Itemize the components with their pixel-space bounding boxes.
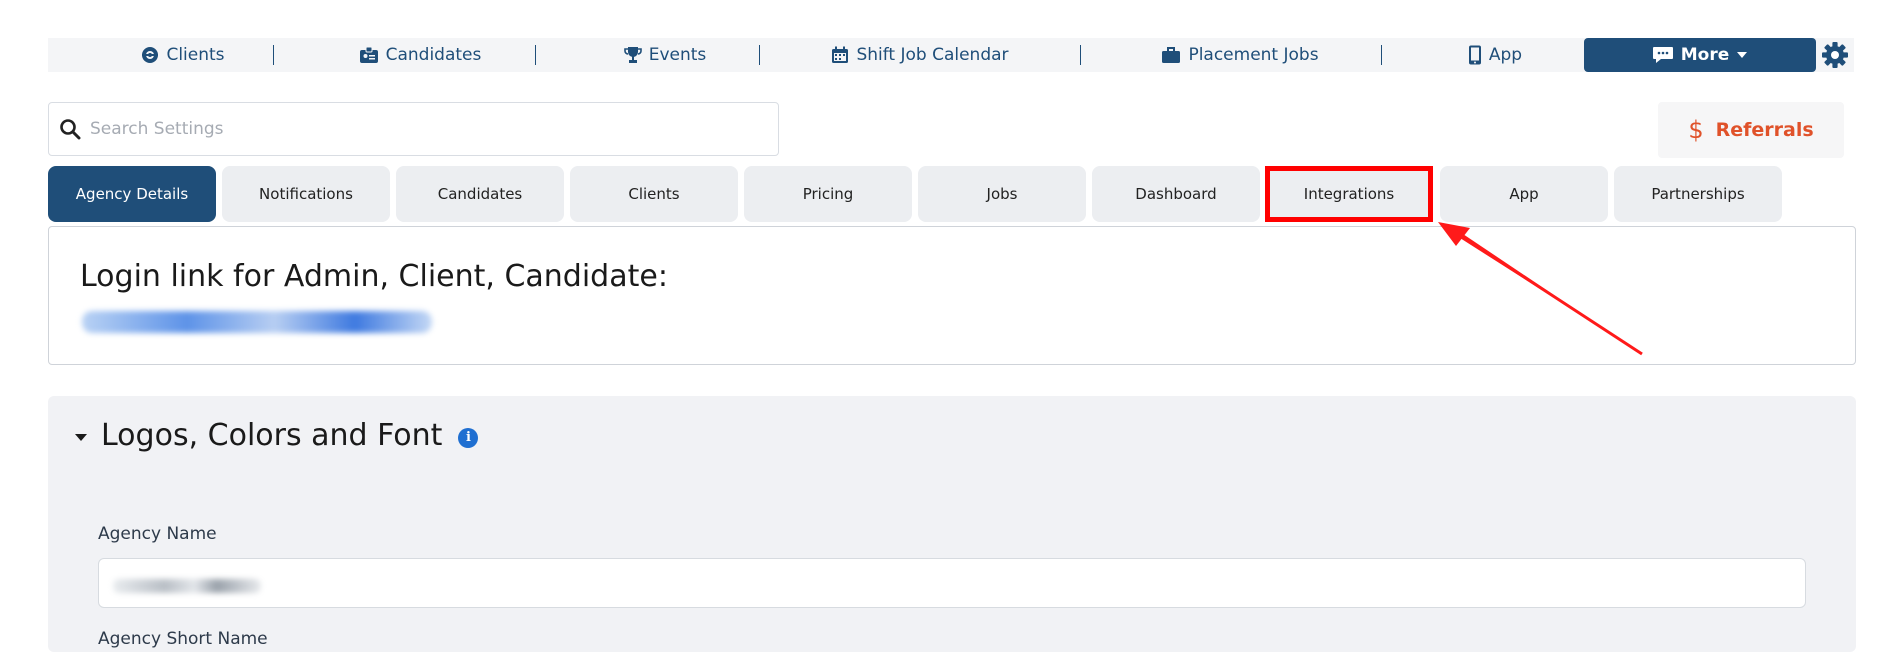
trophy-icon bbox=[623, 47, 642, 63]
search-settings-field[interactable] bbox=[48, 102, 779, 156]
mobile-icon bbox=[1468, 45, 1481, 65]
chevron-down-icon bbox=[1737, 52, 1748, 58]
login-link-title: Login link for Admin, Client, Candidate: bbox=[80, 259, 668, 294]
nav-item-candidates[interactable]: Candidates bbox=[330, 38, 510, 72]
nav-label: Candidates bbox=[385, 45, 482, 65]
tab-label: Clients bbox=[628, 185, 680, 203]
dollar-icon: $ bbox=[1688, 116, 1704, 144]
agency-name-value-redacted bbox=[113, 579, 261, 593]
chat-icon bbox=[1652, 47, 1673, 63]
search-icon bbox=[60, 119, 81, 140]
nav-divider bbox=[535, 45, 536, 65]
settings-page: Clients Candidates Events Shift Job Cale… bbox=[0, 0, 1886, 652]
tab-clients[interactable]: Clients bbox=[570, 166, 738, 222]
nav-item-shift-job-calendar[interactable]: Shift Job Calendar bbox=[820, 38, 1020, 72]
nav-divider bbox=[273, 45, 274, 65]
caret-down-icon bbox=[75, 434, 87, 441]
nav-divider bbox=[1381, 45, 1382, 65]
nav-divider bbox=[1080, 45, 1081, 65]
referrals-label: Referrals bbox=[1715, 119, 1814, 141]
nav-item-events[interactable]: Events bbox=[590, 38, 740, 72]
more-label: More bbox=[1680, 45, 1730, 65]
tab-label: Partnerships bbox=[1651, 185, 1745, 203]
nav-label: Shift Job Calendar bbox=[856, 45, 1009, 65]
more-dropdown-button[interactable]: More bbox=[1584, 38, 1816, 72]
tab-label: Candidates bbox=[437, 185, 523, 203]
section-header[interactable]: Logos, Colors and Font i bbox=[75, 418, 479, 453]
nav-label: Placement Jobs bbox=[1188, 45, 1319, 65]
steering-wheel-icon bbox=[142, 47, 159, 63]
agency-short-name-label: Agency Short Name bbox=[98, 629, 268, 649]
logos-colors-font-section: Logos, Colors and Font i Agency Name Age… bbox=[48, 396, 1856, 652]
briefcase-icon bbox=[1162, 47, 1181, 63]
nav-divider bbox=[759, 45, 760, 65]
nav-label: App bbox=[1488, 45, 1523, 65]
gear-icon[interactable] bbox=[1821, 41, 1849, 69]
tab-label: Agency Details bbox=[75, 185, 189, 203]
referrals-button[interactable]: $ Referrals bbox=[1658, 102, 1844, 158]
annotation-arrow bbox=[1438, 222, 1643, 356]
tab-app[interactable]: App bbox=[1440, 166, 1608, 222]
nav-label: Clients bbox=[166, 45, 225, 65]
tab-label: Jobs bbox=[986, 185, 1018, 203]
nav-item-clients[interactable]: Clients bbox=[108, 38, 258, 72]
id-card-icon bbox=[359, 46, 378, 63]
tab-partnerships[interactable]: Partnerships bbox=[1614, 166, 1782, 222]
calendar-icon bbox=[832, 46, 849, 63]
tab-agency-details[interactable]: Agency Details bbox=[48, 166, 216, 222]
nav-label: Events bbox=[648, 45, 707, 65]
tab-label: Pricing bbox=[802, 185, 854, 203]
tab-label: App bbox=[1509, 185, 1539, 203]
tab-candidates[interactable]: Candidates bbox=[396, 166, 564, 222]
login-link-url-redacted[interactable] bbox=[82, 311, 432, 333]
agency-name-label: Agency Name bbox=[98, 524, 217, 544]
tab-label: Notifications bbox=[259, 185, 353, 203]
nav-item-app[interactable]: App bbox=[1440, 38, 1550, 72]
agency-name-input[interactable] bbox=[98, 558, 1806, 608]
tab-label: Dashboard bbox=[1135, 185, 1217, 203]
tab-notifications[interactable]: Notifications bbox=[222, 166, 390, 222]
info-icon[interactable]: i bbox=[458, 427, 479, 448]
tab-pricing[interactable]: Pricing bbox=[744, 166, 912, 222]
tab-dashboard[interactable]: Dashboard bbox=[1092, 166, 1260, 222]
tab-jobs[interactable]: Jobs bbox=[918, 166, 1086, 222]
section-title: Logos, Colors and Font bbox=[101, 418, 443, 453]
tab-label: Integrations bbox=[1303, 185, 1395, 203]
nav-item-placement-jobs[interactable]: Placement Jobs bbox=[1140, 38, 1340, 72]
tab-integrations[interactable]: Integrations bbox=[1265, 166, 1433, 222]
search-input[interactable] bbox=[90, 119, 730, 139]
